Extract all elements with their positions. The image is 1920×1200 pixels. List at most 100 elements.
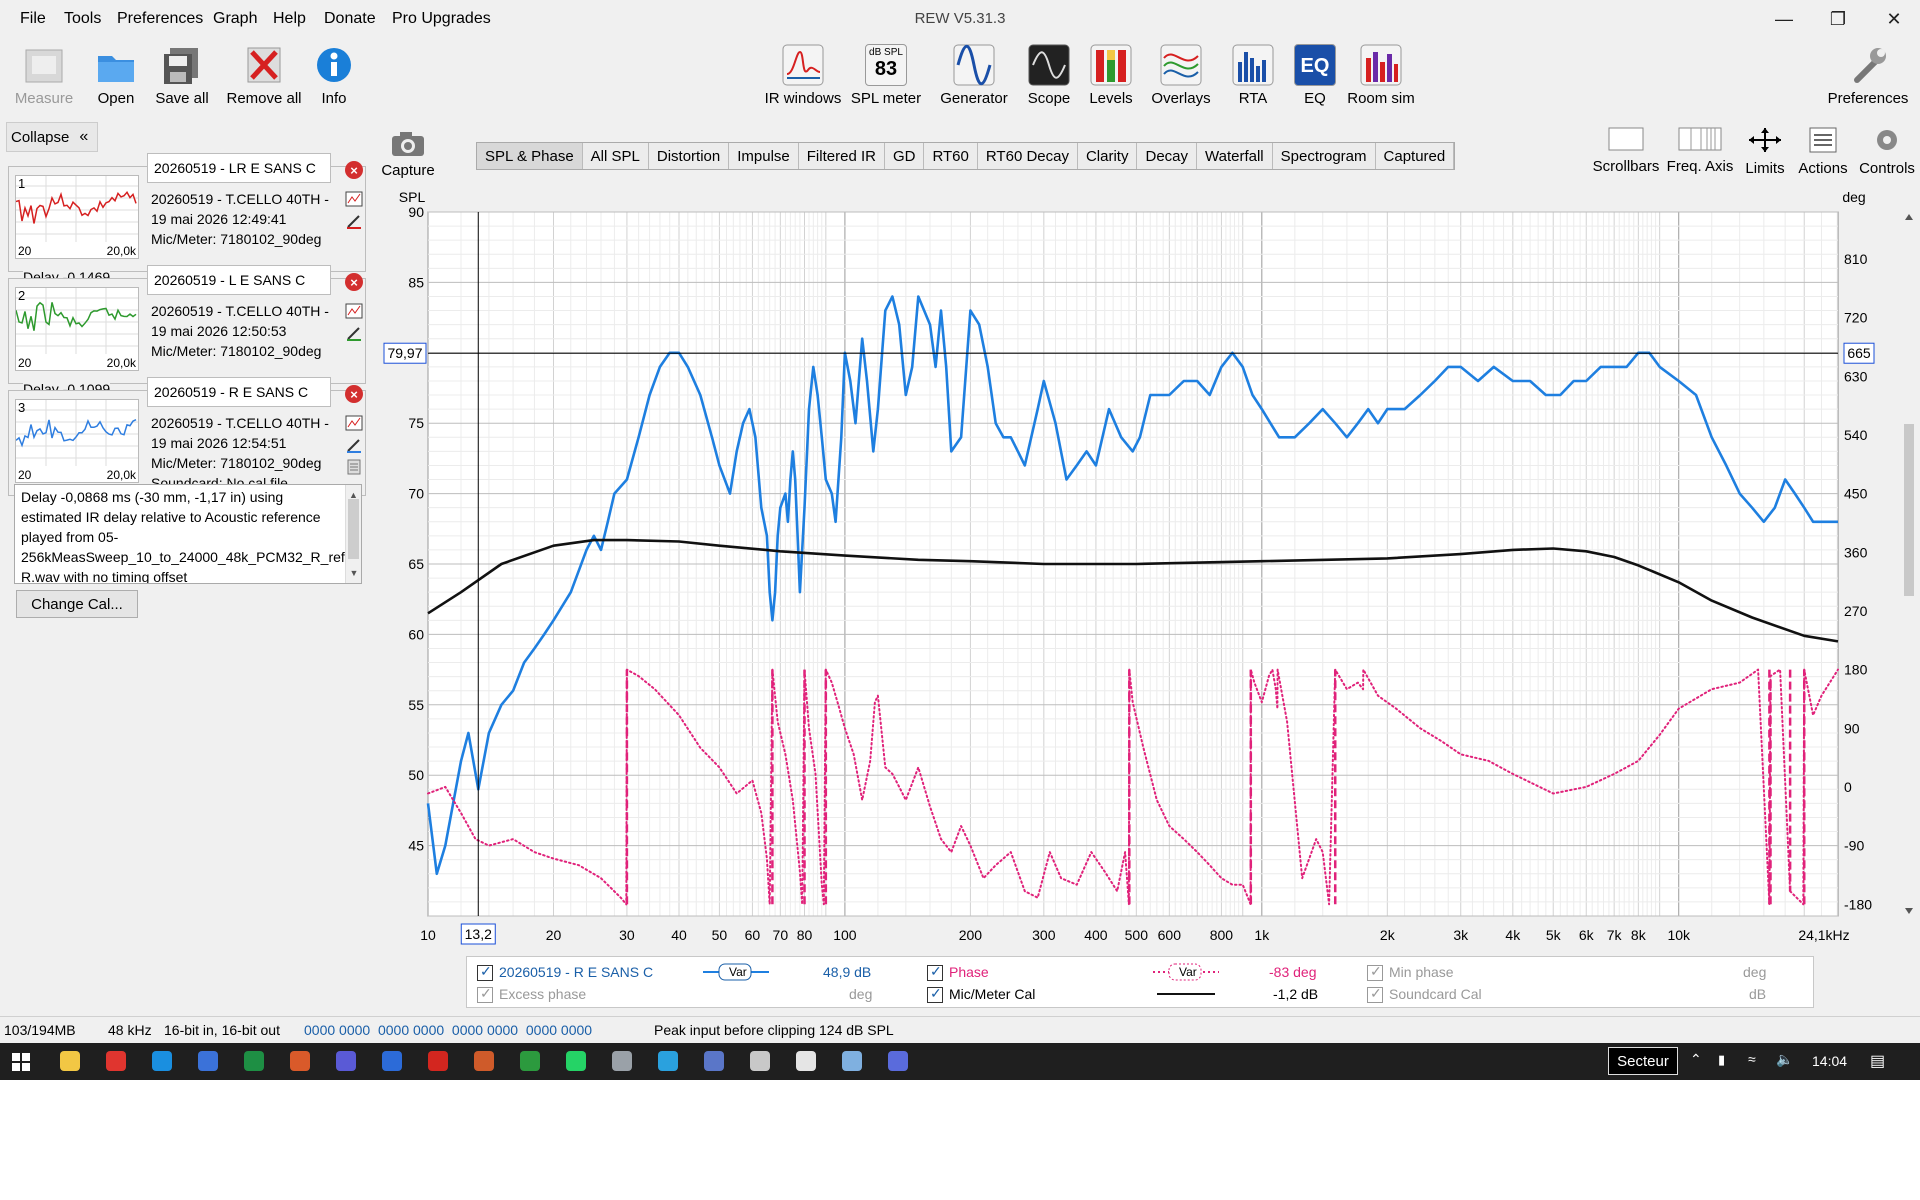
x-tick-label: 5k <box>1546 927 1562 943</box>
y-tick-label: 60 <box>408 626 424 642</box>
legend-mic-cal-swatch <box>1157 993 1215 995</box>
y2-tick-label: 180 <box>1844 662 1868 678</box>
y2-axis-title: deg <box>1842 189 1865 205</box>
taskbar-app-icon[interactable] <box>106 1051 126 1071</box>
taskbar-app-icon[interactable] <box>152 1051 172 1071</box>
x-tick-label: 40 <box>671 927 687 943</box>
legend-checkbox-excess-phase[interactable]: ✓ <box>477 985 493 1003</box>
status-clipping: Peak input before clipping 124 dB SPL <box>654 1022 894 1038</box>
check-icon: ✓ <box>930 963 942 979</box>
spl-phase-graph[interactable]: 10 20 30 40 50 60 70 80 100 200 300 400 500 600 800 1k 2… <box>0 0 1920 1000</box>
x-tick-label: 4k <box>1505 927 1521 943</box>
wifi-icon[interactable]: ≈ <box>1748 1051 1756 1067</box>
cursor-y2-label: 665 <box>1847 345 1871 361</box>
legend-mic-cal-label: Mic/Meter Cal <box>949 986 1036 1002</box>
taskbar-app-icon[interactable] <box>842 1051 862 1071</box>
rew-window: File Tools Preferences Graph Help Donate… <box>0 0 1920 1080</box>
x-tick-label: 500 <box>1125 927 1149 943</box>
taskbar-app-icon[interactable] <box>612 1051 632 1071</box>
taskbar-app-icon[interactable] <box>474 1051 494 1071</box>
y-tick-label: 45 <box>408 838 424 854</box>
x-tick-label: 50 <box>712 927 728 943</box>
taskbar-app-icon[interactable] <box>382 1051 402 1071</box>
x-tick-label: 30 <box>619 927 635 943</box>
x-tick-label: 300 <box>1032 927 1056 943</box>
legend-min-phase-value: deg <box>1743 964 1767 980</box>
x-tick-label: 8k <box>1631 927 1647 943</box>
tray-secteur[interactable]: Secteur <box>1608 1047 1678 1075</box>
x-tick-label: 600 <box>1158 927 1182 943</box>
x-tick-label: 7k <box>1607 927 1623 943</box>
taskbar-app-icon[interactable] <box>796 1051 816 1071</box>
graph-legend: ✓ 20260519 - R E SANS C Var 48,9 dB ✓ Ph… <box>466 956 1814 1008</box>
legend-checkbox-soundcard-cal[interactable]: ✓ <box>1367 985 1383 1003</box>
tray-clock[interactable]: 14:04 <box>1812 1053 1847 1069</box>
legend-soundcard-cal-value: dB <box>1749 986 1767 1002</box>
x-tick-label: 24,1kHz <box>1798 927 1849 943</box>
taskbar-app-icon[interactable] <box>198 1051 218 1071</box>
y-tick-label: 75 <box>408 415 424 431</box>
x-tick-label: 800 <box>1210 927 1234 943</box>
legend-checkbox-phase[interactable]: ✓ <box>927 963 943 981</box>
check-icon: ✓ <box>480 985 492 1001</box>
taskbar-app-icon[interactable] <box>336 1051 356 1071</box>
taskbar-app-icon[interactable] <box>290 1051 310 1071</box>
y2-tick-label: 270 <box>1844 603 1868 619</box>
x-tick-label: 200 <box>959 927 983 943</box>
y-tick-label: 50 <box>408 767 424 783</box>
y2-tick-label: 90 <box>1844 720 1860 736</box>
legend-soundcard-cal-label: Soundcard Cal <box>1389 986 1482 1002</box>
y2-tick-label: -180 <box>1844 896 1872 912</box>
x-tick-label: 80 <box>797 927 813 943</box>
windows-start-icon[interactable] <box>12 1053 30 1071</box>
taskbar-app-icon[interactable] <box>520 1051 540 1071</box>
x-tick-label: 6k <box>1579 927 1595 943</box>
y-tick-label: 70 <box>408 486 424 502</box>
x-tick-label: 10k <box>1667 927 1691 943</box>
y-tick-label: 85 <box>408 274 424 290</box>
taskbar-app-icon[interactable] <box>750 1051 770 1071</box>
legend-measurement-value: 48,9 dB <box>823 964 872 980</box>
y2-tick-label: 630 <box>1844 368 1868 384</box>
legend-checkbox-measurement[interactable]: ✓ <box>477 963 493 981</box>
graph-scroll-thumb[interactable] <box>1904 424 1914 596</box>
check-icon: ✓ <box>1370 985 1382 1001</box>
windows-taskbar: Secteur ⌃ ▮ ≈ 🔈 14:04 ▤ <box>0 1043 1920 1080</box>
taskbar-app-icon[interactable] <box>566 1051 586 1071</box>
check-icon: ✓ <box>1370 963 1382 979</box>
legend-measurement-label: 20260519 - R E SANS C <box>499 964 654 980</box>
legend-measurement-var[interactable]: Var <box>729 965 747 979</box>
legend-phase-var[interactable]: Var <box>1179 965 1197 979</box>
taskbar-app-icon[interactable] <box>658 1051 678 1071</box>
status-input-levels: 0000 0000 0000 0000 0000 0000 0000 0000 <box>304 1022 593 1038</box>
chevron-up-icon[interactable]: ⌃ <box>1690 1051 1702 1068</box>
x-tick-label: 2k <box>1380 927 1396 943</box>
taskbar-app-icon[interactable] <box>60 1051 80 1071</box>
taskbar-app-icon[interactable] <box>244 1051 264 1071</box>
legend-excess-phase-value: deg <box>849 986 873 1002</box>
status-sample-rate: 48 kHz <box>108 1022 152 1038</box>
legend-checkbox-min-phase[interactable]: ✓ <box>1367 963 1383 981</box>
taskbar-app-icon[interactable] <box>428 1051 448 1071</box>
legend-phase-label: Phase <box>949 964 989 980</box>
y2-tick-label: 0 <box>1844 779 1852 795</box>
legend-mic-cal-value: -1,2 dB <box>1273 986 1319 1002</box>
battery-icon[interactable]: ▮ <box>1718 1052 1725 1068</box>
y-axis-title: SPL <box>399 189 426 205</box>
x-tick-label: 20 <box>546 927 562 943</box>
cursor-x-label: 13,2 <box>465 926 492 942</box>
x-tick-label: 100 <box>833 927 857 943</box>
legend-phase-value: -83 deg <box>1269 964 1317 980</box>
legend-min-phase-label: Min phase <box>1389 964 1454 980</box>
x-tick-label: 60 <box>745 927 761 943</box>
volume-muted-icon[interactable]: 🔈 <box>1776 1051 1793 1068</box>
check-icon: ✓ <box>930 985 942 1001</box>
notifications-icon[interactable]: ▤ <box>1870 1051 1885 1071</box>
y2-tick-label: 720 <box>1844 310 1868 326</box>
taskbar-app-icon[interactable] <box>704 1051 724 1071</box>
x-tick-label: 3k <box>1453 927 1469 943</box>
y2-tick-label: 360 <box>1844 544 1868 560</box>
y-tick-label: 55 <box>408 697 424 713</box>
taskbar-app-icon[interactable] <box>888 1051 908 1071</box>
legend-checkbox-mic-cal[interactable]: ✓ <box>927 985 943 1003</box>
